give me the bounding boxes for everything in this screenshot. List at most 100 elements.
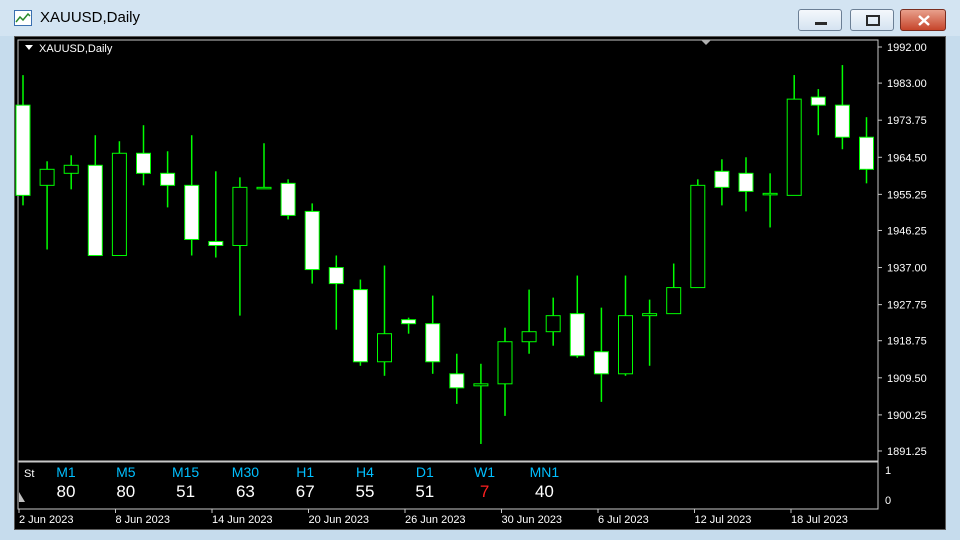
close-button[interactable] — [900, 9, 946, 31]
time-tick-label: 20 Jun 2023 — [309, 514, 370, 526]
price-tick-label: 1927.75 — [887, 300, 927, 312]
candle-body — [87, 164, 103, 257]
candle-body — [449, 373, 465, 389]
price-tick-label: 1973.75 — [887, 115, 927, 127]
timeframe-label: H1 — [296, 464, 314, 480]
time-tick-label: 12 Jul 2023 — [695, 514, 752, 526]
timeframe-value: 80 — [57, 482, 76, 501]
candle-body — [256, 186, 272, 190]
candle-body — [280, 182, 296, 216]
title-bar[interactable]: XAUUSD,Daily — [0, 0, 960, 36]
price-tick-label: 1992.00 — [887, 42, 927, 54]
timeframe-value: 51 — [176, 482, 195, 501]
candle-body — [497, 341, 513, 385]
minimize-icon — [815, 22, 827, 25]
candle-body — [473, 383, 489, 387]
time-tick-label: 2 Jun 2023 — [19, 514, 73, 526]
indicator-values: M1 80 M5 80 M15 51 M30 63 H1 67 H4 55 D1 51 W1 7 MN1 40 — [56, 464, 559, 501]
indicator-pane-border — [17, 461, 879, 510]
price-tick-label: 1964.50 — [887, 152, 927, 164]
main-pane-border — [17, 39, 879, 462]
timeframe-label: MN1 — [530, 464, 560, 480]
candle-body — [208, 240, 224, 246]
price-tick-label: 1955.25 — [887, 189, 927, 201]
candle-body — [15, 104, 31, 196]
candle-body — [618, 315, 633, 375]
timeframe-label: M5 — [116, 464, 136, 480]
time-tick-label: 6 Jul 2023 — [598, 514, 649, 526]
candle-body — [810, 96, 826, 106]
time-axis: 2 Jun 2023 8 Jun 2023 14 Jun 2023 20 Jun 20… — [18, 509, 848, 526]
time-tick-label: 8 Jun 2023 — [116, 514, 170, 526]
candle-body — [160, 172, 176, 186]
close-icon — [918, 15, 930, 26]
candle-body — [786, 98, 802, 196]
time-tick-label: 18 Jul 2023 — [791, 514, 848, 526]
candle-body — [136, 152, 151, 174]
timeframe-value: 51 — [415, 482, 434, 501]
timeframe-label: M1 — [56, 464, 76, 480]
price-tick-label: 1983.00 — [887, 78, 927, 90]
timeframe-label: D1 — [416, 464, 434, 480]
candle-body — [39, 168, 55, 186]
timeframe-label: M30 — [232, 464, 259, 480]
price-tick-label: 1909.50 — [887, 373, 927, 385]
candle-body — [666, 287, 682, 315]
candle-body — [521, 331, 537, 343]
timeframe-value: 80 — [116, 482, 135, 501]
price-axis: 1992.00 1983.00 1973.75 1964.50 1955.25 1946.… — [878, 42, 927, 458]
candle-body — [352, 289, 368, 363]
candle-body — [714, 170, 730, 188]
chart-symbol-label: XAUUSD,Daily — [39, 43, 113, 55]
candle-body — [569, 313, 585, 357]
price-tick-label: 1900.25 — [887, 410, 927, 422]
candle-body — [859, 136, 874, 170]
candle-body — [328, 267, 344, 285]
timeframe-label: M15 — [172, 464, 199, 480]
candle-body — [545, 315, 561, 333]
candle-body — [377, 333, 392, 363]
candle-body — [232, 186, 248, 246]
price-tick-label: 1937.00 — [887, 263, 927, 275]
candle-body — [184, 184, 200, 240]
candle-body — [738, 172, 754, 192]
timeframe-value: 7 — [480, 482, 489, 501]
minimize-button[interactable] — [798, 9, 842, 31]
candle-body — [762, 192, 778, 196]
chart-window: XAUUSD,Daily XAUUSD,Daily 1992.00 1983.00… — [0, 0, 960, 540]
candle-body — [593, 351, 609, 375]
candlestick-chart[interactable]: XAUUSD,Daily 1992.00 1983.00 1973.75 1964.5… — [15, 37, 945, 529]
shift-marker-icon[interactable] — [701, 40, 711, 45]
timeframe-value: 40 — [535, 482, 554, 501]
price-tick-label: 1918.75 — [887, 336, 927, 348]
candle-body — [690, 184, 706, 289]
indicator-name: St — [24, 468, 34, 480]
maximize-icon — [866, 15, 880, 26]
time-tick-label: 14 Jun 2023 — [212, 514, 273, 526]
indicator-scale-bottom: 0 — [885, 495, 891, 507]
candle-body — [401, 319, 417, 325]
chart-menu-icon[interactable] — [25, 45, 33, 50]
scroll-marker-icon — [19, 492, 25, 502]
timeframe-label: W1 — [474, 464, 495, 480]
candle-body — [111, 152, 127, 257]
maximize-button[interactable] — [850, 9, 894, 31]
candle-body — [63, 164, 79, 174]
price-tick-label: 1891.25 — [887, 446, 927, 458]
chart-window-icon — [14, 10, 32, 26]
candle-body — [304, 210, 320, 271]
candle-body — [425, 323, 441, 363]
price-tick-label: 1946.25 — [887, 225, 927, 237]
timeframe-value: 63 — [236, 482, 255, 501]
candle-body — [834, 104, 850, 138]
indicator-scale-top: 1 — [885, 465, 891, 477]
timeframe-value: 67 — [296, 482, 315, 501]
candles-group — [15, 65, 874, 444]
timeframe-value: 55 — [356, 482, 375, 501]
candle-body — [642, 313, 658, 317]
window-title: XAUUSD,Daily — [40, 9, 141, 26]
time-tick-label: 30 Jun 2023 — [502, 514, 563, 526]
chart-area[interactable]: XAUUSD,Daily 1992.00 1983.00 1973.75 1964.5… — [14, 36, 946, 530]
timeframe-label: H4 — [356, 464, 374, 480]
time-tick-label: 26 Jun 2023 — [405, 514, 466, 526]
